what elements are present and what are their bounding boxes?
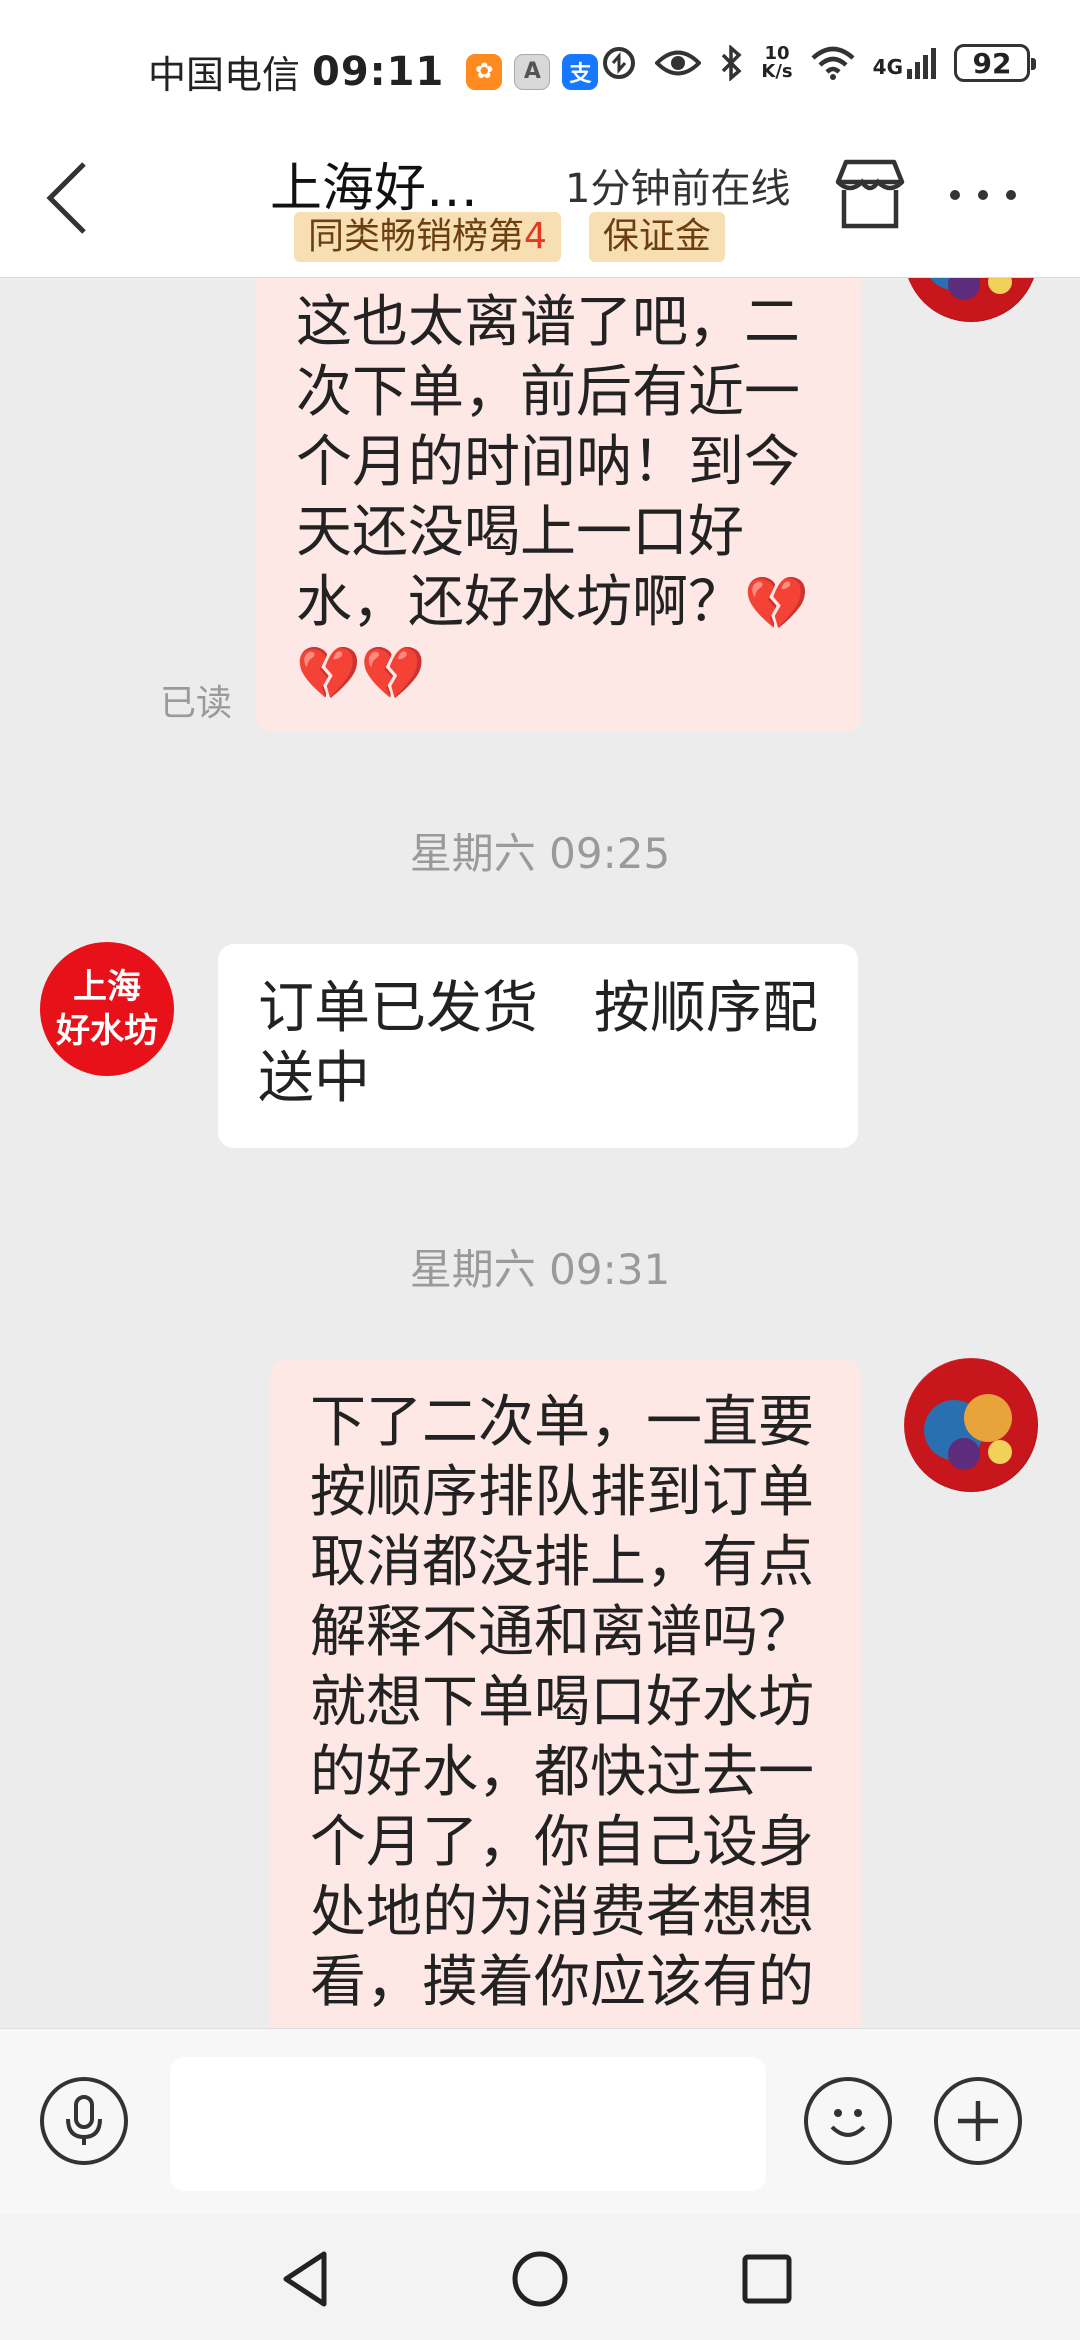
rank-tag-number: 4	[524, 216, 547, 257]
wifi-icon	[811, 46, 855, 80]
add-attachment-button[interactable]	[934, 2077, 1022, 2165]
microphone-icon	[66, 2095, 102, 2145]
emoji-button[interactable]	[804, 2077, 892, 2165]
store-icon	[835, 159, 905, 229]
system-navigation-bar	[0, 2214, 1080, 2340]
message-timestamp: 星期六 09:25	[409, 829, 671, 878]
signal-bars-icon	[907, 48, 936, 79]
notification-app-icon: ✿	[466, 53, 503, 90]
shop-tags: 同类畅销榜第4 保证金	[294, 212, 725, 262]
user-avatar[interactable]	[904, 1358, 1038, 1492]
bestseller-rank-tag[interactable]: 同类畅销榜第4	[294, 212, 561, 262]
bluetooth-icon	[722, 45, 742, 81]
message-timestamp: 星期六 09:31	[409, 1245, 671, 1294]
plus-icon	[958, 2101, 998, 2141]
message-line: 按顺序排队排到订单	[310, 1460, 814, 1525]
user-message-bubble[interactable]: 下了二次单，一直要 按顺序排队排到订单 取消都没排上，有点 解释不通和离谱吗？ …	[270, 1360, 862, 2028]
status-clock: 09:11	[312, 48, 445, 95]
status-bar: 中国电信 09:11 ✿ A 支 10 K/s 4G 92	[0, 0, 1080, 130]
network-speed: 10 K/s	[761, 45, 792, 81]
recent-square-icon	[742, 2254, 792, 2304]
message-line: 天还没喝上一口好	[296, 500, 744, 565]
speed-unit: K/s	[761, 61, 793, 82]
battery-indicator: 92	[954, 44, 1036, 82]
message-line: 的好水，都快过去一	[310, 1740, 814, 1805]
dot-icon	[950, 190, 960, 200]
status-left: 中国电信 09:11 ✿ A 支	[148, 44, 599, 99]
broken-heart-icon: 💔	[744, 574, 809, 634]
nfc-icon	[603, 47, 636, 79]
message-line-text: 水，还好水坊啊？	[296, 570, 744, 635]
message-line: 处地的为消费者想想	[310, 1880, 814, 1945]
message-line: 就想下单喝口好水坊	[310, 1670, 814, 1735]
voice-button[interactable]	[40, 2077, 128, 2165]
message-line: 看，摸着你应该有的	[310, 1950, 814, 2015]
chevron-left-icon	[46, 162, 86, 234]
chat-header: 上海好… 1分钟前在线 同类畅销榜第4 保证金	[0, 130, 1080, 278]
eye-icon	[655, 50, 702, 76]
message-line: 解释不通和离谱吗？	[310, 1600, 814, 1665]
more-options-button[interactable]	[950, 180, 1030, 210]
nav-home-button[interactable]	[505, 2244, 575, 2314]
notification-alipay-icon: 支	[562, 53, 599, 90]
signal-group: 4G	[873, 47, 936, 79]
message-line: 个月了，你自己设身	[310, 1810, 814, 1875]
notification-a-icon: A	[514, 53, 551, 90]
home-circle-icon	[512, 2251, 568, 2307]
online-status: 1分钟前在线	[565, 166, 791, 212]
back-triangle-icon	[283, 2251, 327, 2307]
chat-message-list[interactable]: 这也太离谱了吧，二 次下单，前后有近一 个月的时间呐！到今 天还没喝上一口好 水…	[0, 278, 1080, 2028]
shop-name-title[interactable]: 上海好…	[270, 146, 478, 221]
message-input-bar	[0, 2028, 1080, 2214]
shop-avatar[interactable]: 上海 好水坊	[40, 942, 174, 1076]
message-line: 这也太离谱了吧，二	[296, 290, 800, 355]
smiley-icon	[830, 2109, 866, 2137]
carrier-name: 中国电信	[148, 53, 301, 97]
user-avatar[interactable]	[904, 278, 1038, 322]
message-line: 下了二次单，一直要	[310, 1390, 814, 1455]
shop-avatar-text-1: 上海	[73, 967, 141, 1007]
store-button[interactable]	[830, 154, 910, 234]
message-line: 订单已发货 按顺序配	[258, 976, 818, 1041]
user-message-bubble[interactable]: 这也太离谱了吧，二 次下单，前后有近一 个月的时间呐！到今 天还没喝上一口好 水…	[256, 278, 862, 732]
dot-icon	[978, 190, 988, 200]
message-line: 取消都没排上，有点	[310, 1530, 814, 1595]
nav-recents-button[interactable]	[732, 2244, 802, 2314]
message-line-with-emoji: 水，还好水坊啊？💔	[296, 568, 822, 639]
message-line: 次下单，前后有近一	[296, 360, 800, 425]
message-line: 个月的时间呐！到今	[296, 430, 800, 495]
back-button[interactable]	[40, 148, 100, 238]
message-input[interactable]	[170, 2057, 766, 2191]
nav-back-button[interactable]	[272, 2244, 342, 2314]
message-line: 送中	[258, 1046, 370, 1111]
deposit-tag[interactable]: 保证金	[588, 212, 725, 262]
avatar-pattern-icon	[909, 278, 1033, 321]
rank-tag-text: 同类畅销榜第	[308, 216, 525, 257]
network-type: 4G	[872, 55, 903, 79]
read-receipt: 已读	[160, 683, 233, 724]
broken-hearts-line: 💔💔	[296, 644, 426, 704]
battery-level: 92	[972, 46, 1012, 80]
status-right: 10 K/s 4G 92	[601, 44, 1036, 82]
shop-avatar-text-2: 好水坊	[56, 1011, 158, 1051]
shop-message-bubble[interactable]: 订单已发货 按顺序配 送中	[218, 944, 858, 1148]
dot-icon	[1006, 190, 1016, 200]
avatar-pattern-icon	[905, 1359, 1037, 1491]
